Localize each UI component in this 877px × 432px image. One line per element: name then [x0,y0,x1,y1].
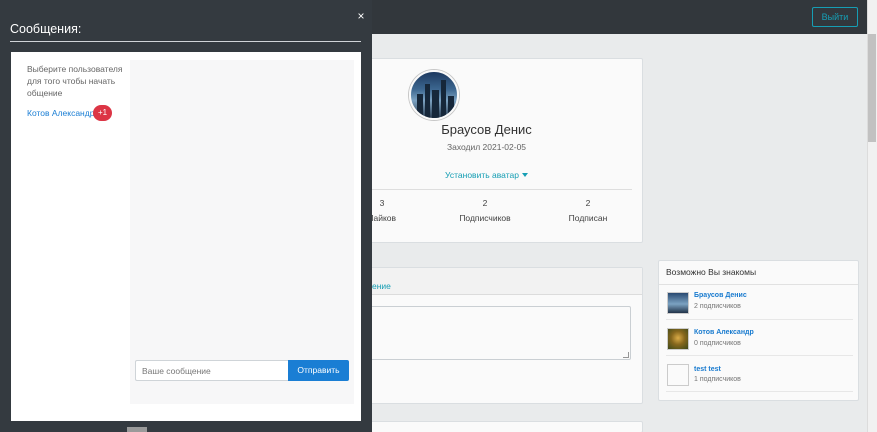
messages-hint: Выберите пользователя для того чтобы нач… [27,64,123,98]
message-input[interactable] [135,360,289,381]
messages-title-divider [10,41,361,42]
unread-badge: +1 [93,105,112,121]
horizontal-scrollbar-thumb[interactable] [127,427,147,432]
send-button[interactable]: Отправить [288,360,349,381]
chat-area [130,60,354,404]
messages-title: Сообщения: [10,22,82,36]
close-icon[interactable]: × [354,9,368,23]
page-scrollbar-thumb[interactable] [868,34,876,142]
contact-item[interactable]: Котов Александр [27,108,94,118]
